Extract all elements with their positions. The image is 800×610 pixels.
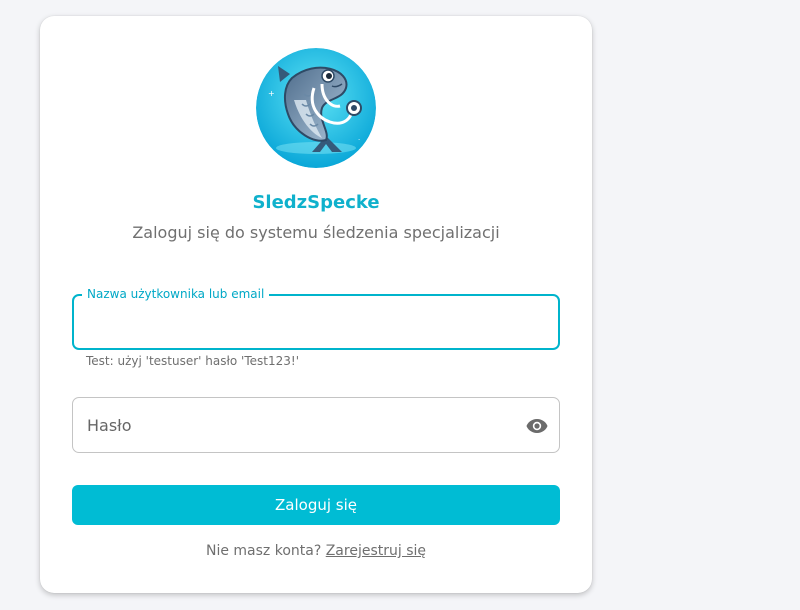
username-helper-text: Test: użyj 'testuser' hasło 'Test123!' xyxy=(86,354,299,368)
register-prompt: Nie masz konta? Zarejestruj się xyxy=(40,543,592,559)
password-input[interactable] xyxy=(73,398,559,452)
svg-text:·: · xyxy=(358,136,360,144)
register-prompt-text: Nie masz konta? xyxy=(205,543,322,559)
page-subtitle: Zaloguj się do systemu śledzenia specjal… xyxy=(132,223,500,242)
password-field[interactable] xyxy=(72,397,560,453)
login-button[interactable]: Zaloguj się xyxy=(72,485,560,525)
fish-doctor-logo: + · xyxy=(256,48,376,168)
username-input[interactable] xyxy=(74,296,558,348)
app-title: SledzSpecke xyxy=(252,192,380,213)
register-link[interactable]: Zarejestruj się xyxy=(326,543,426,559)
username-field[interactable]: Nazwa użytkownika lub email xyxy=(72,286,560,350)
login-card: + · SledzSpecke Zaloguj się do systemu ś… xyxy=(40,16,592,593)
eye-icon[interactable] xyxy=(525,414,549,438)
svg-text:+: + xyxy=(268,89,275,98)
